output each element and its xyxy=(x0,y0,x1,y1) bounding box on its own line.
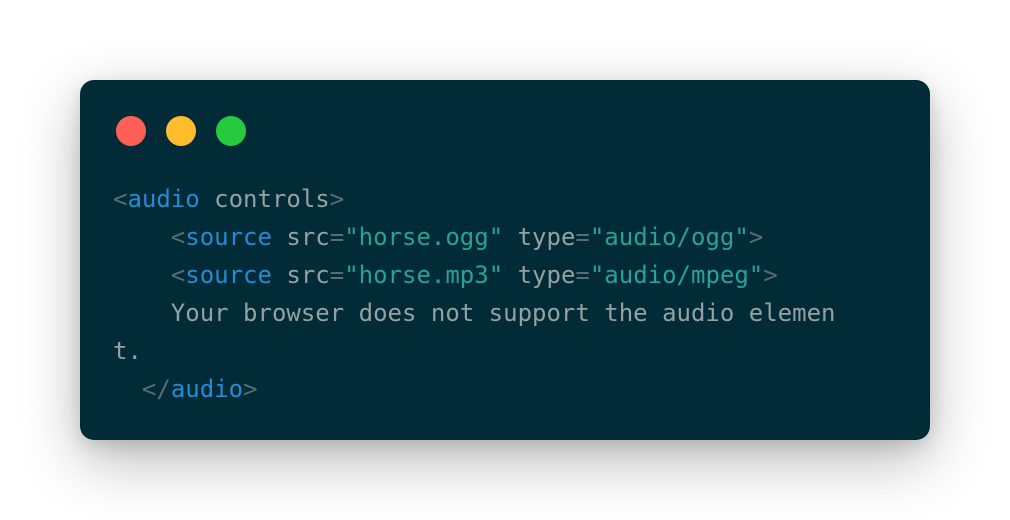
punctuation: = xyxy=(329,223,345,251)
attribute: type xyxy=(503,261,576,289)
string: "audio/mpeg" xyxy=(589,261,764,289)
attribute: controls xyxy=(199,185,330,213)
code-card: <audio controls> <source src="horse.ogg"… xyxy=(80,80,930,440)
attribute: type xyxy=(503,223,576,251)
tag-name: audio xyxy=(127,185,200,213)
code-line-1: <audio controls> xyxy=(113,180,835,218)
punctuation: > xyxy=(329,185,345,213)
string: "horse.ogg" xyxy=(344,223,504,251)
close-dot-icon xyxy=(116,116,146,146)
code-line-4: Your browser does not support the audio … xyxy=(113,294,836,332)
punctuation: > xyxy=(763,261,778,289)
punctuation: < xyxy=(170,223,186,251)
punctuation: < xyxy=(113,185,128,213)
code-line-2: <source src="horse.ogg" type="audio/ogg"… xyxy=(113,218,835,256)
maximize-dot-icon xyxy=(216,116,246,146)
attribute: src xyxy=(271,261,330,289)
punctuation: > xyxy=(243,375,258,403)
string: "audio/ogg" xyxy=(589,223,749,251)
string: "horse.mp3" xyxy=(344,261,504,289)
code-line-6: </audio> xyxy=(113,370,835,408)
tag-name: source xyxy=(185,223,272,251)
attribute: src xyxy=(271,223,330,251)
code-line-5: t. xyxy=(113,332,835,370)
text-content: t. xyxy=(113,337,142,365)
minimize-dot-icon xyxy=(166,116,196,146)
code-block: <audio controls> <source src="horse.ogg"… xyxy=(113,180,835,408)
punctuation: = xyxy=(575,261,590,289)
punctuation: = xyxy=(329,261,345,289)
text-content: Your browser does not support the audio … xyxy=(113,299,836,327)
punctuation: = xyxy=(575,223,590,251)
tag-name: source xyxy=(185,261,272,289)
code-line-3: <source src="horse.mp3" type="audio/mpeg… xyxy=(113,256,835,294)
punctuation: </ xyxy=(141,375,171,403)
punctuation: > xyxy=(748,223,764,251)
tag-name: audio xyxy=(170,375,244,403)
punctuation: < xyxy=(170,261,186,289)
